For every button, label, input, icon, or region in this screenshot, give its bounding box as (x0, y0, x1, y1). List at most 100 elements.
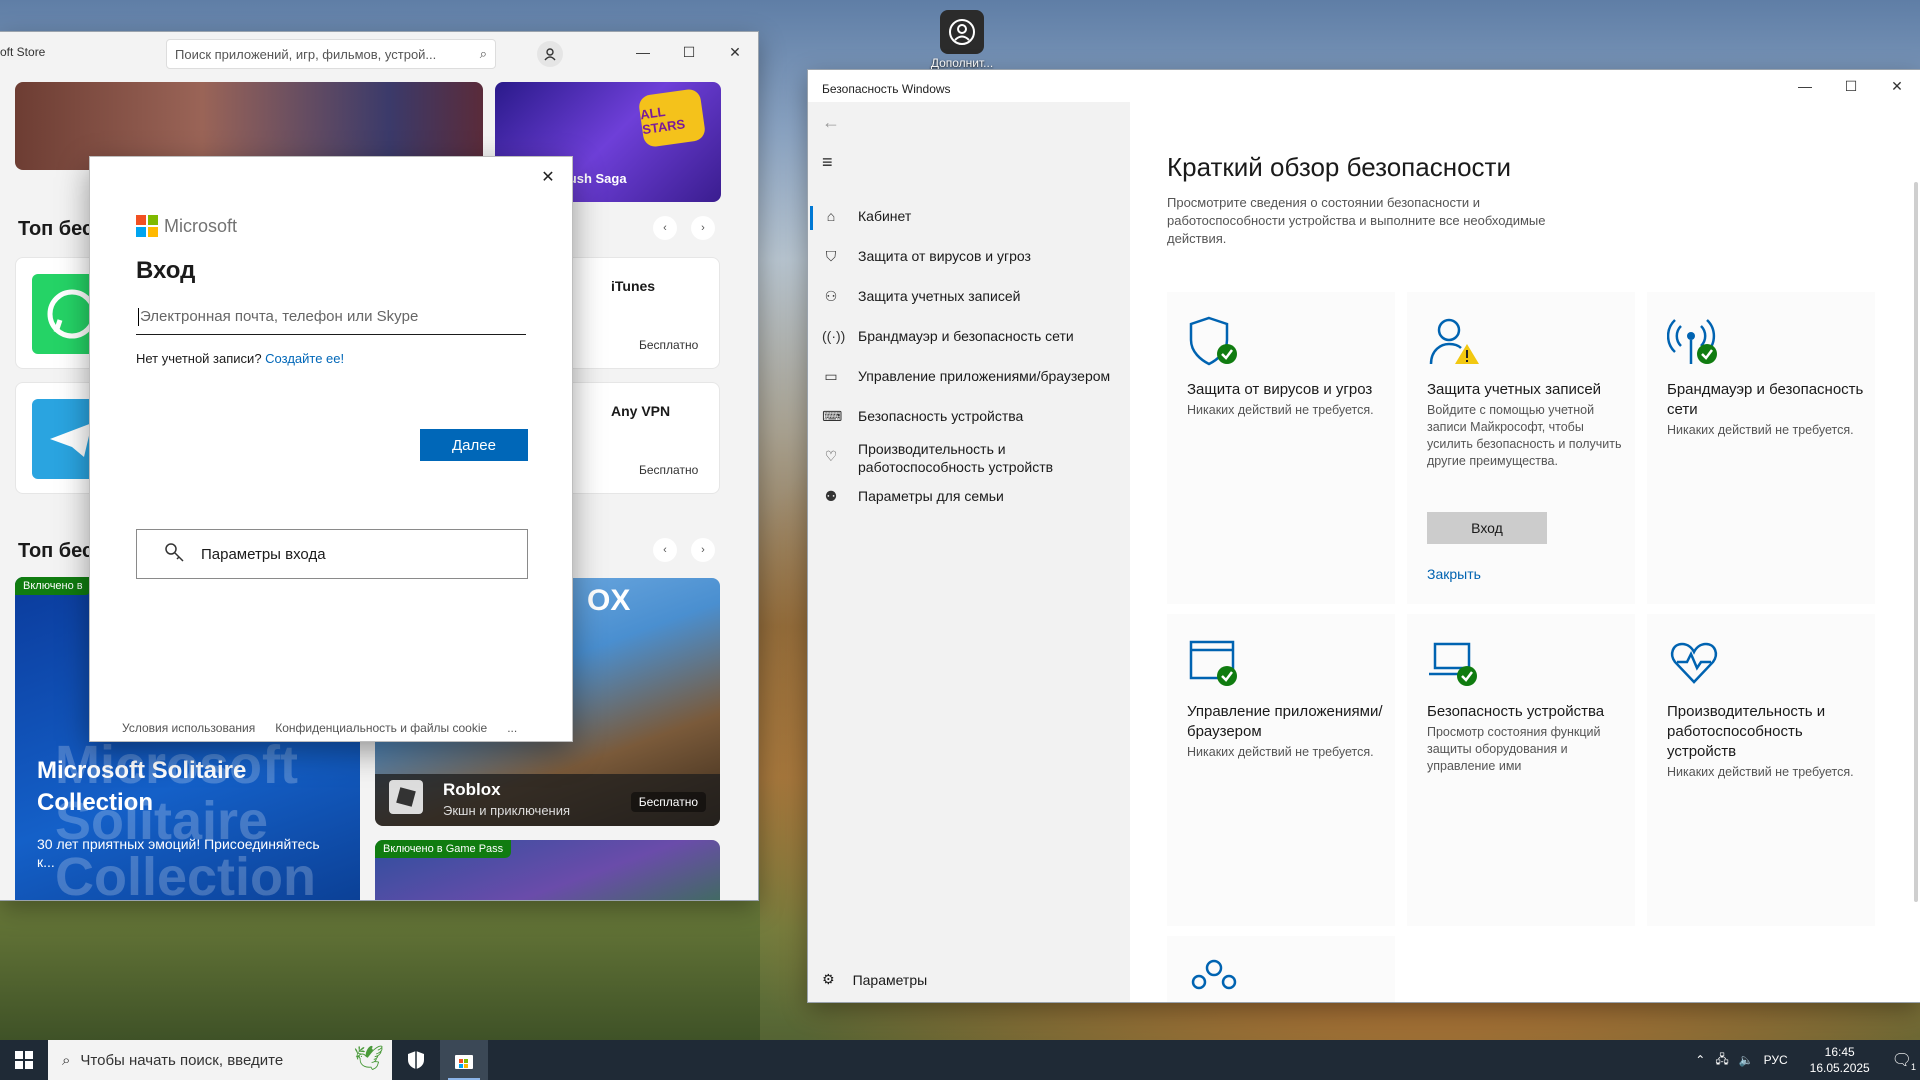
tile-family-options[interactable] (1167, 936, 1395, 1002)
language-indicator[interactable]: РУС (1764, 1053, 1788, 1067)
nav-settings[interactable]: ⚙ Параметры (822, 971, 927, 988)
tile-app-browser[interactable]: Управление приложениями/браузером Никаки… (1167, 614, 1395, 926)
gamepass-badge: Включено в Game Pass (375, 840, 512, 858)
page-title: Краткий обзор безопасности (1167, 152, 1511, 182)
tile-title: Брандмауэр и безопасность сети (1667, 381, 1864, 418)
nav-home[interactable]: ⌂ Кабинет (808, 206, 1130, 230)
security-window: Безопасность Windows — ☐ ✕ ← ≡ ⌂ Кабинет… (808, 70, 1920, 1002)
heart-pulse-icon (1670, 642, 1718, 684)
privacy-link[interactable]: Конфиденциальность и файлы cookie (275, 721, 487, 735)
shield-icon (408, 1051, 424, 1069)
tile-device-security[interactable]: Безопасность устройства Просмотр состоян… (1407, 614, 1635, 926)
nav-app-browser[interactable]: ▭ Управление приложениями/браузером (808, 368, 1130, 385)
clock[interactable]: 16:45 16.05.2025 (1798, 1044, 1882, 1076)
next-button[interactable]: Далее (420, 429, 528, 461)
browser-check-icon (1189, 640, 1237, 686)
taskbar-search-input[interactable]: ⌕ Чтобы начать поиск, введите 🕊 (48, 1040, 392, 1080)
store-icon (455, 1055, 473, 1069)
antenna-icon: ((·)) (822, 328, 846, 344)
shield-check-icon (1189, 316, 1237, 366)
sign-in-button[interactable]: Вход (1427, 512, 1547, 544)
chevron-right-icon[interactable]: › (691, 538, 715, 562)
microsoft-logo: Microsoft (136, 215, 237, 237)
notification-icon[interactable]: 🗨 1 (1892, 1050, 1916, 1072)
laptop-icon: ⌨ (822, 408, 843, 424)
minecraft-card[interactable]: Включено в Game Pass (375, 840, 720, 900)
more-options-icon[interactable]: ... (507, 721, 517, 735)
create-account-link[interactable]: Создайте ее! (265, 351, 344, 366)
close-icon[interactable]: ✕ (534, 163, 562, 191)
nav-virus-protection[interactable]: ⛉ Защита от вирусов и угроз (808, 248, 1130, 265)
nav-device-security[interactable]: ⌨ Безопасность устройства (808, 408, 1130, 425)
network-icon[interactable]: 🖧 (1715, 1050, 1728, 1071)
sign-in-options-button[interactable]: Параметры входа (136, 529, 528, 579)
tile-status: Никаких действий не требуется. (1667, 765, 1854, 779)
tile-status: Войдите с помощью учетной записи Майкрос… (1427, 403, 1622, 468)
app-price: Бесплатно (639, 338, 699, 352)
notification-count: 1 (1910, 1062, 1916, 1072)
nav-family-options[interactable]: ⚉ Параметры для семьи (808, 488, 1130, 505)
antenna-check-icon (1667, 319, 1717, 364)
tile-device-performance[interactable]: Производительность и работоспособность у… (1647, 614, 1875, 926)
tile-virus-protection[interactable]: Защита от вирусов и угроз Никаких действ… (1167, 292, 1395, 604)
minimize-button[interactable]: — (620, 32, 666, 72)
app-price: Бесплатно (639, 463, 699, 477)
app-name: Any VPN (611, 403, 671, 419)
section-heading: Топ бес (18, 540, 94, 562)
terms-link[interactable]: Условия использования (122, 721, 255, 735)
close-button[interactable]: ✕ (1874, 70, 1920, 102)
window-title: Безопасность Windows (822, 82, 951, 96)
hamburger-menu-icon[interactable]: ≡ (822, 152, 833, 173)
tile-firewall[interactable]: Брандмауэр и безопасность сети Никаких д… (1647, 292, 1875, 604)
page-description: Просмотрите сведения о состоянии безопас… (1167, 195, 1546, 246)
sidebar: ← ≡ ⌂ Кабинет ⛉ Защита от вирусов и угро… (808, 102, 1130, 1002)
volume-icon[interactable]: 🔈 (1739, 1053, 1754, 1067)
family-icon: ⚉ (824, 488, 838, 504)
taskbar-store-app[interactable] (440, 1040, 488, 1080)
dismiss-link[interactable]: Закрыть (1427, 566, 1481, 582)
chevron-up-icon[interactable]: ⌃ (1695, 1053, 1705, 1067)
taskbar-security-app[interactable] (392, 1040, 440, 1080)
store-titlebar[interactable]: oft Store Поиск приложений, игр, фильмов… (0, 32, 758, 72)
nav-device-performance[interactable]: ♡ Производительность и работоспособность… (808, 440, 1130, 476)
gamepass-badge: Включено в (15, 577, 91, 595)
roblox-genre: Экшн и приключения (443, 803, 571, 818)
email-field[interactable]: Электронная почта, телефон или Skype (136, 299, 526, 335)
gear-icon: ⚙ (822, 971, 835, 987)
carousel-arrows: ‹ › (653, 216, 715, 240)
tile-title: Управление приложениями/браузером (1187, 703, 1383, 740)
tile-title: Безопасность устройства (1427, 703, 1605, 720)
login-dialog: ✕ Microsoft Вход Электронная почта, теле… (90, 157, 572, 741)
tile-title: Производительность и работоспособность у… (1667, 703, 1826, 760)
tile-status: Никаких действий не требуется. (1667, 423, 1854, 437)
scrollbar[interactable] (1914, 182, 1918, 902)
close-button[interactable]: ✕ (712, 32, 758, 72)
section-heading: Топ бес (18, 218, 94, 240)
family-icon (1191, 959, 1237, 990)
carousel-arrows: ‹ › (653, 538, 715, 562)
chevron-left-icon[interactable]: ‹ (653, 538, 677, 562)
roblox-name: Roblox (443, 780, 501, 799)
chevron-right-icon[interactable]: › (691, 216, 715, 240)
person-warning-icon (1429, 318, 1479, 365)
laptop-check-icon (1429, 642, 1477, 686)
minimize-button[interactable]: — (1782, 70, 1828, 102)
start-button[interactable] (0, 1040, 48, 1080)
user-avatar-icon[interactable] (537, 41, 563, 67)
store-search-input[interactable]: Поиск приложений, игр, фильмов, устрой..… (166, 39, 496, 69)
windows-logo-icon (15, 1051, 33, 1069)
login-footer: Условия использования Конфиденциальность… (122, 721, 517, 735)
nav-account-protection[interactable]: ⚇ Защита учетных записей (808, 288, 1130, 305)
maximize-button[interactable]: ☐ (666, 32, 712, 72)
solitaire-subtitle: 30 лет приятных эмоций! Присоединяйтесь … (37, 836, 320, 870)
maximize-button[interactable]: ☐ (1828, 70, 1874, 102)
taskbar: ⌕ Чтобы начать поиск, введите 🕊 ⌃ 🖧 🔈 РУ… (0, 1040, 1920, 1080)
desktop-shortcut-label: Дополнит... (930, 56, 994, 70)
tile-account-protection[interactable]: Защита учетных записей Войдите с помощью… (1407, 292, 1635, 604)
roblox-price: Бесплатно (630, 792, 706, 812)
nav-firewall[interactable]: ((·)) Брандмауэр и безопасность сети (808, 328, 1130, 344)
home-icon: ⌂ (826, 208, 836, 224)
chevron-left-icon[interactable]: ‹ (653, 216, 677, 240)
desktop-shortcut[interactable]: Дополнит... (916, 6, 1008, 70)
back-arrow-icon[interactable]: ← (822, 112, 840, 133)
